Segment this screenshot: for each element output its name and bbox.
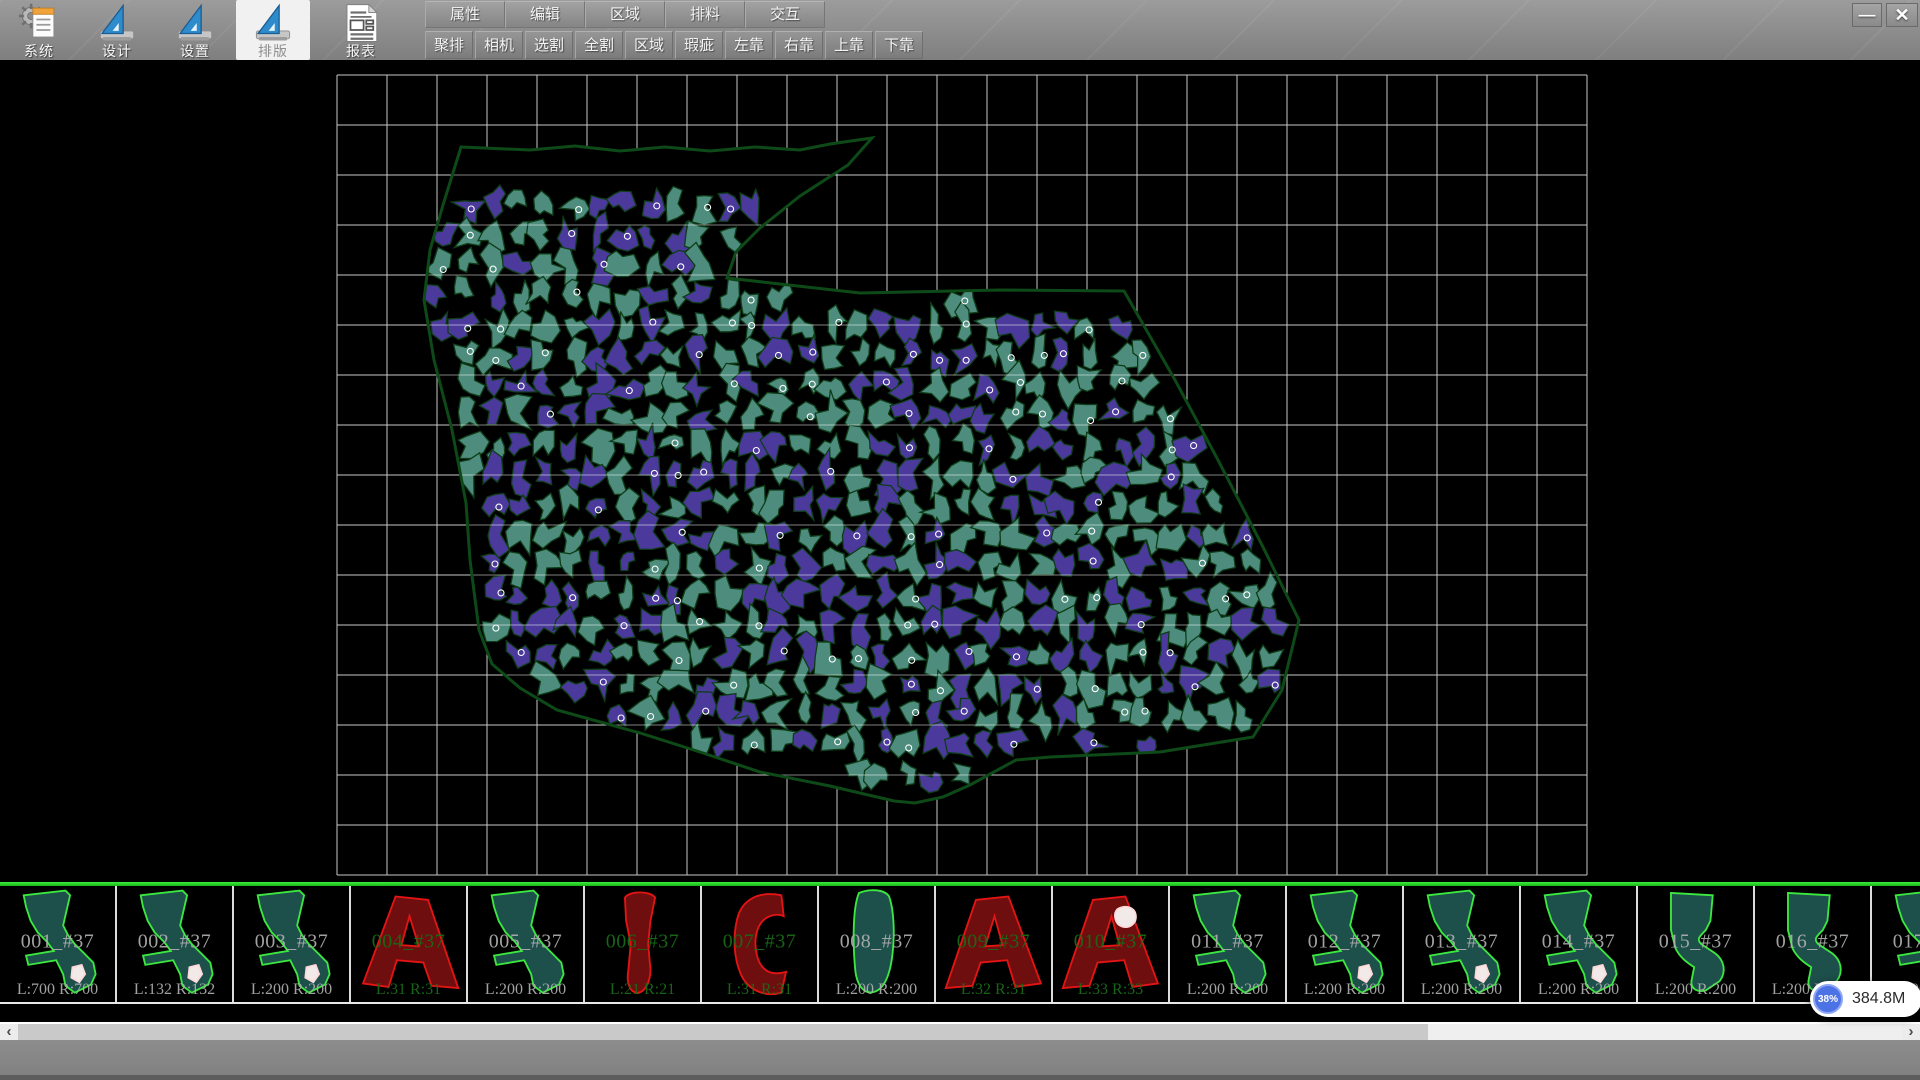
mode-button-5[interactable]: 报表 [324, 0, 398, 60]
tool-button-10[interactable]: 下靠 [875, 31, 923, 59]
part-name: 011_#37 [1170, 931, 1285, 954]
part-name: 004_#37 [351, 931, 466, 954]
status-bar-edge [0, 1075, 1920, 1080]
top-ribbon: 系统 设计 设置 排版 报表 属性编辑区域排料交互 聚排相机选割全割区域瑕疵左靠… [0, 0, 1920, 60]
tool-button-6[interactable]: 瑕疵 [675, 31, 723, 59]
mode-button-4[interactable]: 排版 [236, 0, 310, 60]
part-thumbnail-14[interactable]: 014_#37 L:200 R:200 [1521, 886, 1638, 1002]
tool-button-3[interactable]: 选割 [525, 31, 573, 59]
memory-value: 384.8M [1852, 990, 1905, 1008]
part-counts: L:21 R:21 [585, 981, 700, 999]
part-thumbnail-1[interactable]: 001_#37 L:700 R:700 [0, 886, 117, 1002]
part-name: 007_#37 [702, 931, 817, 954]
part-counts: L:31 R:31 [351, 981, 466, 999]
report-doc-icon [339, 2, 383, 44]
part-counts: L:200 R:200 [1638, 981, 1753, 999]
menu-item-1[interactable]: 属性 [425, 1, 505, 28]
scroll-left-arrow-icon[interactable]: ‹ [0, 1024, 18, 1040]
nesting-canvas[interactable] [0, 60, 1920, 882]
part-thumbnail-13[interactable]: 013_#37 L:200 R:200 [1404, 886, 1521, 1002]
tool-button-7[interactable]: 左靠 [725, 31, 773, 59]
part-name: 012_#37 [1287, 931, 1402, 954]
set-square-icon [95, 2, 139, 44]
mode-button-3[interactable]: 设置 [158, 0, 232, 60]
part-counts: L:200 R:200 [234, 981, 349, 999]
menu-item-4[interactable]: 排料 [665, 1, 745, 28]
nesting-canvas-svg [0, 60, 1920, 882]
close-button[interactable]: ✕ [1886, 3, 1918, 27]
tool-row: 聚排相机选割全割区域瑕疵左靠右靠上靠下靠 [425, 31, 925, 59]
part-thumbnail-6[interactable]: 006_#37 L:21 R:21 [585, 886, 702, 1002]
part-thumbnail-5[interactable]: 005_#37 L:200 R:200 [468, 886, 585, 1002]
mode-button-1[interactable]: 系统 [2, 0, 76, 60]
part-name: 002_#37 [117, 931, 232, 954]
tool-button-2[interactable]: 相机 [475, 31, 523, 59]
scroll-right-arrow-icon[interactable]: › [1902, 1024, 1920, 1040]
part-thumbnail-2[interactable]: 002_#37 L:132 R:132 [117, 886, 234, 1002]
horizontal-scrollbar[interactable]: ‹ › [0, 1022, 1920, 1040]
part-counts: L:200 R:200 [819, 981, 934, 999]
part-name: 008_#37 [819, 931, 934, 954]
scrollbar-thumb[interactable] [18, 1024, 1428, 1040]
part-counts: L:200 R:200 [1404, 981, 1519, 999]
menu-item-2[interactable]: 编辑 [505, 1, 585, 28]
progress-ring: 38% [1813, 984, 1843, 1014]
tool-button-9[interactable]: 上靠 [825, 31, 873, 59]
memory-badge[interactable]: 38% 384.8M [1810, 981, 1920, 1017]
set-square-icon [173, 2, 217, 44]
part-name: 003_#37 [234, 931, 349, 954]
mode-button-label: 排版 [236, 44, 310, 59]
mode-button-label: 报表 [324, 44, 398, 59]
part-counts: L:700 R:700 [0, 981, 115, 999]
part-thumbnail-4[interactable]: 004_#37 L:31 R:31 [351, 886, 468, 1002]
part-counts: L:33 R:33 [1053, 981, 1168, 999]
tool-button-4[interactable]: 全割 [575, 31, 623, 59]
minimize-button[interactable]: — [1852, 3, 1882, 27]
part-thumbnail-11[interactable]: 011_#37 L:200 R:200 [1170, 886, 1287, 1002]
part-thumbnail-10[interactable]: 010_#37 L:33 R:33 [1053, 886, 1170, 1002]
part-counts: L:200 R:200 [468, 981, 583, 999]
mode-button-label: 设置 [158, 44, 232, 59]
part-thumbnail-8[interactable]: 008_#37 L:200 R:200 [819, 886, 936, 1002]
part-thumbnail-15[interactable]: 015_#37 L:200 R:200 [1638, 886, 1755, 1002]
menu-item-5[interactable]: 交互 [745, 1, 825, 28]
part-name: 013_#37 [1404, 931, 1519, 954]
part-counts: L:200 R:200 [1170, 981, 1285, 999]
set-square-icon [251, 2, 295, 44]
part-name: 009_#37 [936, 931, 1051, 954]
system-gear-icon [17, 2, 61, 44]
part-name: 015_#37 [1638, 931, 1753, 954]
part-name: 005_#37 [468, 931, 583, 954]
menu-item-3[interactable]: 区域 [585, 1, 665, 28]
mode-button-label: 系统 [2, 44, 76, 59]
part-counts: L:132 R:132 [117, 981, 232, 999]
part-counts: L:31 R:31 [702, 981, 817, 999]
part-counts: L:200 R:200 [1287, 981, 1402, 999]
part-thumbnail-9[interactable]: 009_#37 L:32 R:31 [936, 886, 1053, 1002]
parts-strip-cells: 001_#37 L:700 R:700 002_#37 L:132 R:132 … [0, 886, 1920, 1004]
part-name: 006_#37 [585, 931, 700, 954]
part-name: 017_#37 [1872, 931, 1920, 954]
part-counts: L:200 R:200 [1521, 981, 1636, 999]
part-counts: L:32 R:31 [936, 981, 1051, 999]
part-name: 016_#37 [1755, 931, 1870, 954]
mode-button-2[interactable]: 设计 [80, 0, 154, 60]
tool-button-1[interactable]: 聚排 [425, 31, 473, 59]
tool-button-8[interactable]: 右靠 [775, 31, 823, 59]
parts-strip: 001_#37 L:700 R:700 002_#37 L:132 R:132 … [0, 882, 1920, 1006]
part-thumbnail-12[interactable]: 012_#37 L:200 R:200 [1287, 886, 1404, 1002]
part-name: 014_#37 [1521, 931, 1636, 954]
menu-row: 属性编辑区域排料交互 [425, 1, 825, 29]
part-thumbnail-7[interactable]: 007_#37 L:31 R:31 [702, 886, 819, 1002]
part-thumbnail-3[interactable]: 003_#37 L:200 R:200 [234, 886, 351, 1002]
part-name: 010_#37 [1053, 931, 1168, 954]
part-name: 001_#37 [0, 931, 115, 954]
tool-button-5[interactable]: 区域 [625, 31, 673, 59]
status-bar [0, 1040, 1920, 1080]
mode-button-label: 设计 [80, 44, 154, 59]
